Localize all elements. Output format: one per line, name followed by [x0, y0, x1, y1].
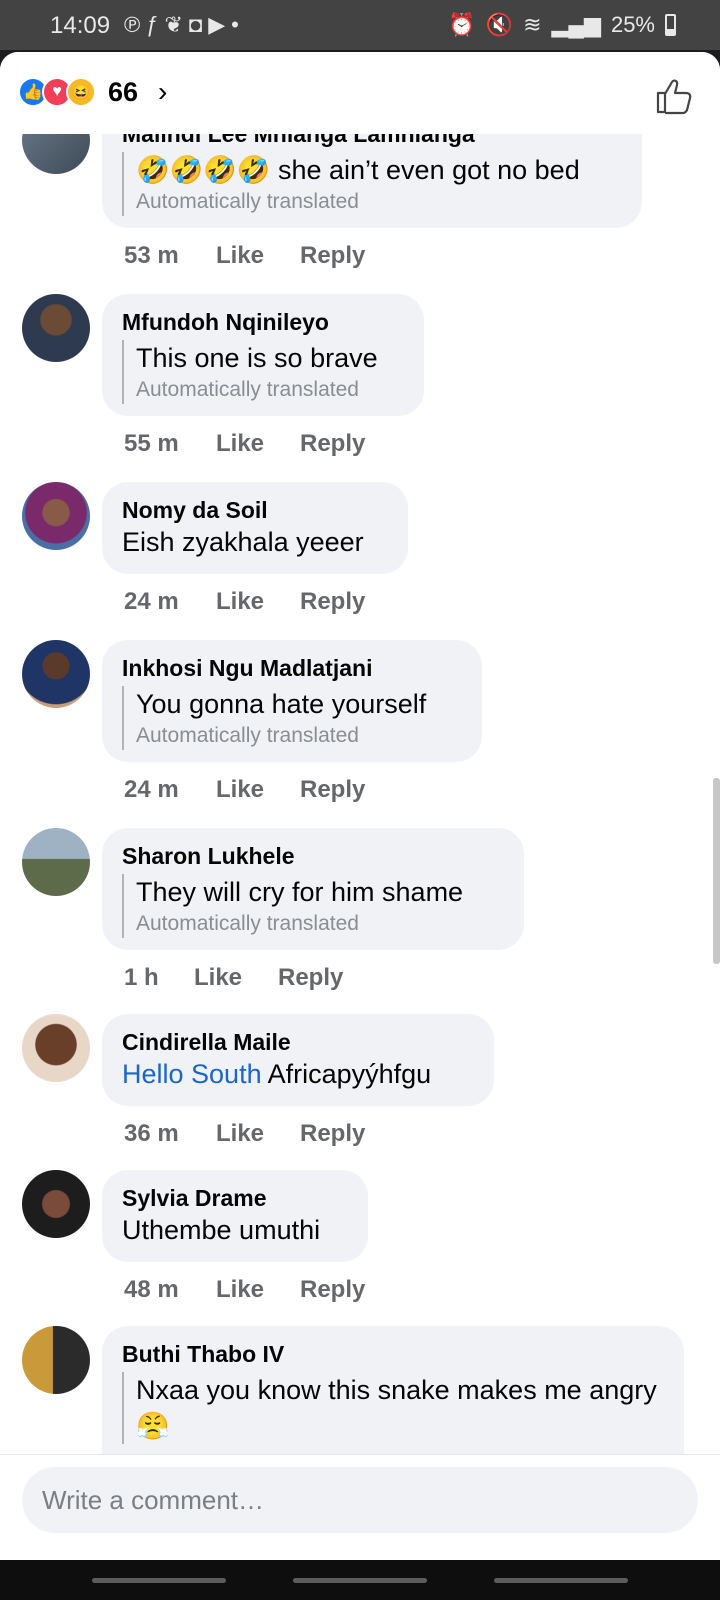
comment-time: 24 m [124, 776, 179, 803]
comment-actions: 1 h Like Reply [124, 964, 343, 992]
home-button[interactable] [293, 1578, 427, 1583]
like-button[interactable]: Like [216, 430, 300, 458]
reply-button[interactable]: Reply [300, 588, 365, 616]
comment-list: Malindi Lee Mhlanga Lamhlanga 🤣🤣🤣🤣 she a… [0, 106, 720, 1560]
comment-bubble: Mfundoh Nqinileyo This one is so brave A… [102, 294, 424, 416]
dot-icon: • [231, 12, 245, 37]
avatar[interactable] [22, 640, 90, 708]
comment-time: 53 m [124, 242, 179, 269]
comment-actions: 55 m Like Reply [124, 430, 365, 458]
like-button[interactable]: Like [216, 242, 300, 270]
comment-time: 55 m [124, 430, 179, 457]
reply-button[interactable]: Reply [300, 776, 365, 804]
reply-button[interactable]: Reply [300, 242, 365, 270]
fitness-icon: ƒ [146, 12, 165, 37]
comment-text: Hello South Africapyýhfgu [122, 1056, 474, 1092]
translated-block: Nxaa you know this snake makes me angry😤 [122, 1372, 664, 1444]
system-nav-bar [0, 1560, 720, 1600]
system-icons: ⏰ 🔇 ≋ ▂▄▆ 25% [448, 12, 676, 38]
back-button[interactable] [494, 1578, 628, 1583]
comment-time: 24 m [124, 588, 179, 615]
comment-time: 48 m [124, 1276, 179, 1303]
twitter-icon: ❦ [164, 12, 189, 37]
comment-author[interactable]: Inkhosi Ngu Madlatjani [122, 654, 462, 682]
comment-text-rest: Africapyýhfgu [261, 1059, 432, 1089]
comment-time: 1 h [124, 964, 159, 991]
comment-text: Uthembe umuthi [122, 1215, 321, 1245]
avatar[interactable] [22, 294, 90, 362]
comment-actions: 48 m Like Reply [124, 1276, 365, 1304]
status-time: 14:09 [50, 12, 111, 39]
avatar[interactable] [22, 482, 90, 550]
translated-block: They will cry for him shame Automaticall… [122, 874, 504, 938]
translated-block: This one is so brave Automatically trans… [122, 340, 404, 404]
avatar[interactable] [22, 1170, 90, 1238]
comment-author[interactable]: Mfundoh Nqinileyo [122, 308, 404, 336]
scrollbar-thumb[interactable] [713, 778, 720, 964]
translated-block: You gonna hate yourself Automatically tr… [122, 686, 462, 750]
comment-text: You gonna hate yourself [136, 689, 427, 719]
comment-time: 36 m [124, 1120, 179, 1147]
comment-author[interactable]: Cindirella Maile [122, 1028, 474, 1056]
battery-icon [665, 14, 676, 36]
reply-button[interactable]: Reply [300, 1120, 365, 1148]
comment-text: Nxaa you know this snake makes me angry😤 [136, 1375, 657, 1441]
like-button[interactable]: Like [216, 1120, 300, 1148]
notification-icons: ℗ƒ❦◘▶• [124, 12, 245, 38]
mute-icon: 🔇 [485, 12, 514, 37]
battery-percent: 25% [610, 12, 655, 37]
comment-author[interactable]: Buthi Thabo IV [122, 1340, 664, 1368]
youtube-icon: ▶ [208, 12, 232, 37]
reply-button[interactable]: Reply [278, 964, 343, 992]
auto-translated-label[interactable]: Automatically translated [136, 722, 462, 750]
mention-link[interactable]: Hello South [122, 1059, 262, 1089]
comment-author[interactable]: Sharon Lukhele [122, 842, 504, 870]
reply-button[interactable]: Reply [300, 1276, 365, 1304]
signal-icon: ▂▄▆ [551, 12, 601, 37]
comment-bubble: Cindirella Maile Hello South Africapyýhf… [102, 1014, 494, 1106]
like-button[interactable]: Like [216, 588, 300, 616]
like-button[interactable]: Like [216, 776, 300, 804]
comment-text: Eish zyakhala yeeer [122, 527, 364, 557]
translated-block: 🤣🤣🤣🤣 she ain’t even got no bed Automatic… [122, 152, 622, 216]
comments-sheet: 👍 ♥ 😆 66 › Malindi Lee Mhlanga Lamhlanga… [0, 52, 720, 1560]
auto-translated-label[interactable]: Automatically translated [136, 188, 622, 216]
comment-text: 🤣🤣🤣🤣 she ain’t even got no bed [136, 155, 580, 185]
media-icon: ◘ [188, 12, 209, 37]
status-bar: 14:09 ℗ƒ❦◘▶• ⏰ 🔇 ≋ ▂▄▆ 25% [0, 0, 720, 50]
reaction-count: 66 [108, 76, 139, 107]
comment-author[interactable]: Sylvia Drame [122, 1184, 348, 1212]
comment-bubble: Sharon Lukhele They will cry for him sha… [102, 828, 524, 950]
wifi-icon: ≋ [523, 12, 542, 37]
comment-composer [0, 1454, 720, 1560]
sheet-header: 👍 ♥ 😆 66 › [0, 52, 720, 134]
thumbs-up-icon[interactable] [654, 76, 694, 116]
comment-actions: 24 m Like Reply [124, 588, 365, 616]
comment-bubble: Sylvia Drame Uthembe umuthi [102, 1170, 368, 1262]
comment-actions: 53 m Like Reply [124, 242, 365, 270]
comment-text: They will cry for him shame [136, 877, 464, 907]
recents-button[interactable] [92, 1578, 226, 1583]
comment-actions: 24 m Like Reply [124, 776, 365, 804]
comment-bubble: Nomy da Soil Eish zyakhala yeeer [102, 482, 408, 574]
haha-reaction-icon: 😆 [66, 77, 96, 107]
avatar[interactable] [22, 1014, 90, 1082]
reply-button[interactable]: Reply [300, 430, 365, 458]
chevron-right-icon: › [158, 76, 168, 107]
comment-author[interactable]: Nomy da Soil [122, 496, 388, 524]
like-button[interactable]: Like [194, 964, 278, 992]
auto-translated-label[interactable]: Automatically translated [136, 376, 404, 404]
comment-input[interactable] [22, 1467, 698, 1533]
comment-actions: 36 m Like Reply [124, 1120, 365, 1148]
alarm-icon: ⏰ [448, 12, 476, 37]
avatar[interactable] [22, 828, 90, 896]
like-button[interactable]: Like [216, 1276, 300, 1304]
auto-translated-label[interactable]: Automatically translated [136, 910, 504, 938]
comment-bubble: Inkhosi Ngu Madlatjani You gonna hate yo… [102, 640, 482, 762]
pinterest-icon: ℗ [124, 12, 147, 37]
reactions-summary[interactable]: 👍 ♥ 😆 66 › [18, 76, 167, 108]
avatar[interactable] [22, 1326, 90, 1394]
comment-text: This one is so brave [136, 343, 378, 373]
